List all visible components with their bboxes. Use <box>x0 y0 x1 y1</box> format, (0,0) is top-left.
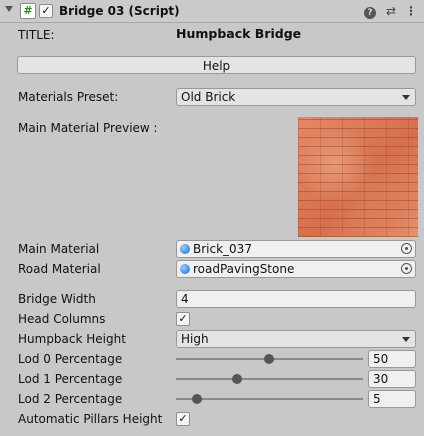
lod0-input[interactable]: 50 <box>368 350 416 368</box>
lod1-slider-track[interactable] <box>176 378 363 380</box>
component-header[interactable]: # ✓ Bridge 03 (Script) ? ⇄ ⋮ <box>0 0 424 23</box>
lod1-slider-thumb[interactable] <box>232 374 242 384</box>
help-icon[interactable]: ? <box>362 3 378 19</box>
road-material-label: Road Material <box>18 262 101 276</box>
preset-icon[interactable]: ⇄ <box>383 3 399 19</box>
main-material-field[interactable]: Brick_037 <box>176 240 416 258</box>
main-material-value: Brick_037 <box>193 242 252 256</box>
kebab-menu-icon[interactable]: ⋮ <box>403 3 419 19</box>
component-enabled-checkbox[interactable]: ✓ <box>39 4 53 18</box>
title-label: TITLE: <box>18 28 55 42</box>
road-material-value: roadPavingStone <box>193 262 295 276</box>
road-material-field[interactable]: roadPavingStone <box>176 260 416 278</box>
humpback-height-dropdown[interactable]: High <box>176 330 416 348</box>
dropdown-arrow-icon <box>402 337 410 342</box>
material-icon <box>180 264 190 274</box>
object-picker-icon[interactable] <box>401 263 412 274</box>
main-material-label: Main Material <box>18 242 100 256</box>
foldout-arrow-icon[interactable] <box>5 6 13 12</box>
lod2-label: Lod 2 Percentage <box>18 392 123 406</box>
bridge-width-label: Bridge Width <box>18 292 96 306</box>
humpback-height-value: High <box>181 332 209 346</box>
material-icon <box>180 244 190 254</box>
lod2-input[interactable]: 5 <box>368 390 416 408</box>
lod0-label: Lod 0 Percentage <box>18 352 123 366</box>
component-title: Bridge 03 (Script) <box>59 4 180 18</box>
script-icon: # <box>20 3 36 19</box>
lod1-label: Lod 1 Percentage <box>18 372 123 386</box>
material-preview-image <box>298 117 418 237</box>
dropdown-arrow-icon <box>402 95 410 100</box>
help-button[interactable]: Help <box>17 56 416 74</box>
humpback-height-label: Humpback Height <box>18 332 126 346</box>
materials-preset-value: Old Brick <box>181 90 236 104</box>
bridge-title-value: Humpback Bridge <box>176 26 302 41</box>
lod2-slider-track[interactable] <box>176 398 363 400</box>
preview-label: Main Material Preview : <box>18 121 158 135</box>
lod1-input[interactable]: 30 <box>368 370 416 388</box>
materials-preset-dropdown[interactable]: Old Brick <box>176 88 416 106</box>
materials-preset-label: Materials Preset: <box>18 90 119 104</box>
object-picker-icon[interactable] <box>401 243 412 254</box>
auto-pillars-checkbox[interactable]: ✓ <box>176 412 190 426</box>
head-columns-checkbox[interactable]: ✓ <box>176 312 190 326</box>
head-columns-label: Head Columns <box>18 312 106 326</box>
lod0-slider-thumb[interactable] <box>264 354 274 364</box>
auto-pillars-label: Automatic Pillars Height <box>18 412 163 426</box>
lod2-slider-thumb[interactable] <box>192 394 202 404</box>
bridge-width-input[interactable]: 4 <box>176 290 416 308</box>
